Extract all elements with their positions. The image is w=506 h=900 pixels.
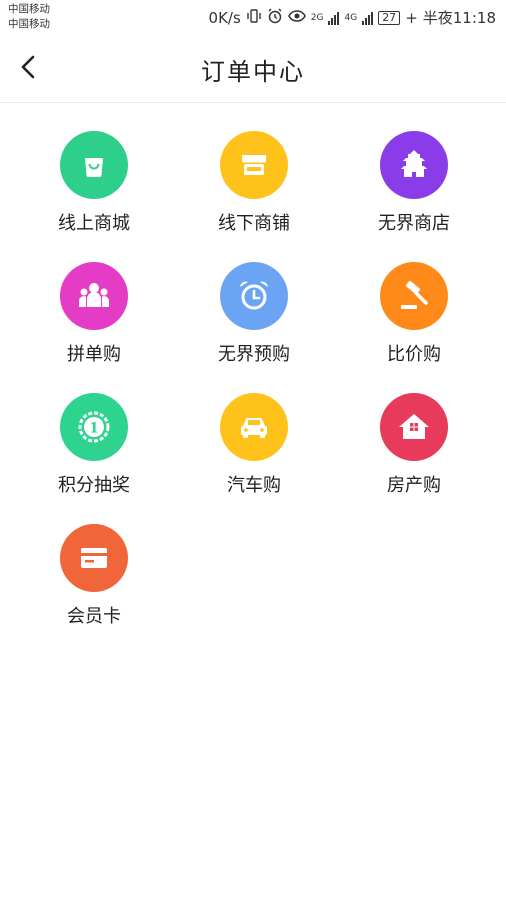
carrier-1: 中国移动 [8, 3, 50, 15]
carrier-2: 中国移动 [8, 18, 50, 30]
grid-item-car-buy[interactable]: 汽车购 [174, 393, 334, 524]
house-icon [380, 393, 448, 461]
carrier-info: 中国移动 中国移动 [8, 2, 50, 32]
grid-item-house-buy[interactable]: 房产购 [334, 393, 494, 524]
alarm-status-icon [267, 8, 283, 28]
grid-item-label: 线下商铺 [218, 213, 290, 234]
medal-icon: 1 [60, 393, 128, 461]
grid-row-3: 1 积分抽奖 汽车购 房产购 [0, 393, 506, 524]
header: 订单中心 [0, 36, 506, 103]
grid-item-label: 拼单购 [67, 344, 121, 365]
battery-level: 27 [378, 10, 401, 25]
storefront-icon [220, 131, 288, 199]
grid-item-points-lottery[interactable]: 1 积分抽奖 [14, 393, 174, 524]
grid-item-presale[interactable]: 无界预购 [174, 262, 334, 393]
grid-item-label: 比价购 [387, 344, 441, 365]
group-people-icon [60, 262, 128, 330]
pagoda-icon [380, 131, 448, 199]
grid-item-label: 房产购 [387, 475, 441, 496]
grid-row-1: 线上商城 线下商铺 无界商店 [0, 131, 506, 262]
grid-item-offline-store[interactable]: 线下商铺 [174, 131, 334, 262]
clock: 半夜11:18 [422, 9, 496, 27]
eye-icon [287, 8, 306, 28]
grid-row-4: 会员卡 [0, 524, 506, 655]
grid-item-label: 无界商店 [378, 213, 450, 234]
page-title: 订单中心 [201, 58, 305, 86]
vibrate-icon [246, 8, 262, 28]
grid-item-label: 无界预购 [218, 344, 290, 365]
grid-item-online-mall[interactable]: 线上商城 [14, 131, 174, 262]
gavel-icon [380, 262, 448, 330]
alarm-clock-icon [220, 262, 288, 330]
grid-item-group-buy[interactable]: 拼单购 [14, 262, 174, 393]
order-center-grid: 线上商城 线下商铺 无界商店 拼单购 无界预购 比价购 1 积分抽奖 汽车购 房… [0, 103, 506, 655]
status-bar: 中国移动 中国移动 0K/s 2G 4G 27 + 半夜11:18 [0, 0, 506, 36]
svg-text:1: 1 [89, 421, 99, 437]
signal-icon-2 [362, 11, 374, 25]
status-icons: 0K/s 2G 4G 27 + 半夜11:18 [209, 7, 496, 28]
grid-row-2: 拼单购 无界预购 比价购 [0, 262, 506, 393]
grid-item-member-card[interactable]: 会员卡 [14, 524, 174, 655]
grid-item-price-compare[interactable]: 比价购 [334, 262, 494, 393]
card-icon [60, 524, 128, 592]
net-speed: 0K/s [208, 8, 241, 27]
grid-item-boundless-store[interactable]: 无界商店 [334, 131, 494, 262]
signal-icon-1 [328, 11, 340, 25]
net-2g: 2G [310, 12, 324, 23]
charging-icon: + [405, 8, 418, 27]
shopping-bag-icon [60, 131, 128, 199]
net-4g: 4G [344, 12, 358, 23]
grid-item-label: 线上商城 [58, 213, 130, 234]
grid-item-label: 汽车购 [227, 475, 281, 496]
grid-item-label: 会员卡 [67, 606, 121, 627]
grid-item-label: 积分抽奖 [58, 475, 130, 496]
car-icon [220, 393, 288, 461]
